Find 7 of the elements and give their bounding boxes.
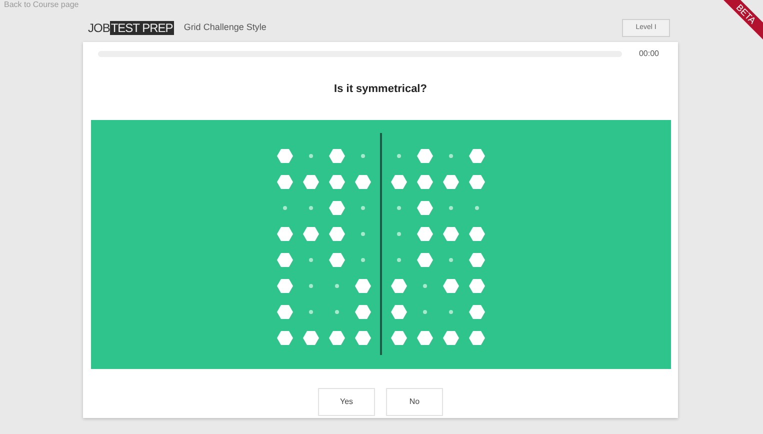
answer-button[interactable]: No <box>386 388 443 416</box>
question-text: Is it symmetrical? <box>334 82 427 97</box>
logo-text: TEST PREP <box>110 21 174 35</box>
page-title: Grid Challenge Style <box>184 21 266 34</box>
answer-button[interactable]: Yes <box>318 388 375 416</box>
timer: 00:00 <box>638 48 659 60</box>
logo-text: JOB <box>88 21 110 35</box>
